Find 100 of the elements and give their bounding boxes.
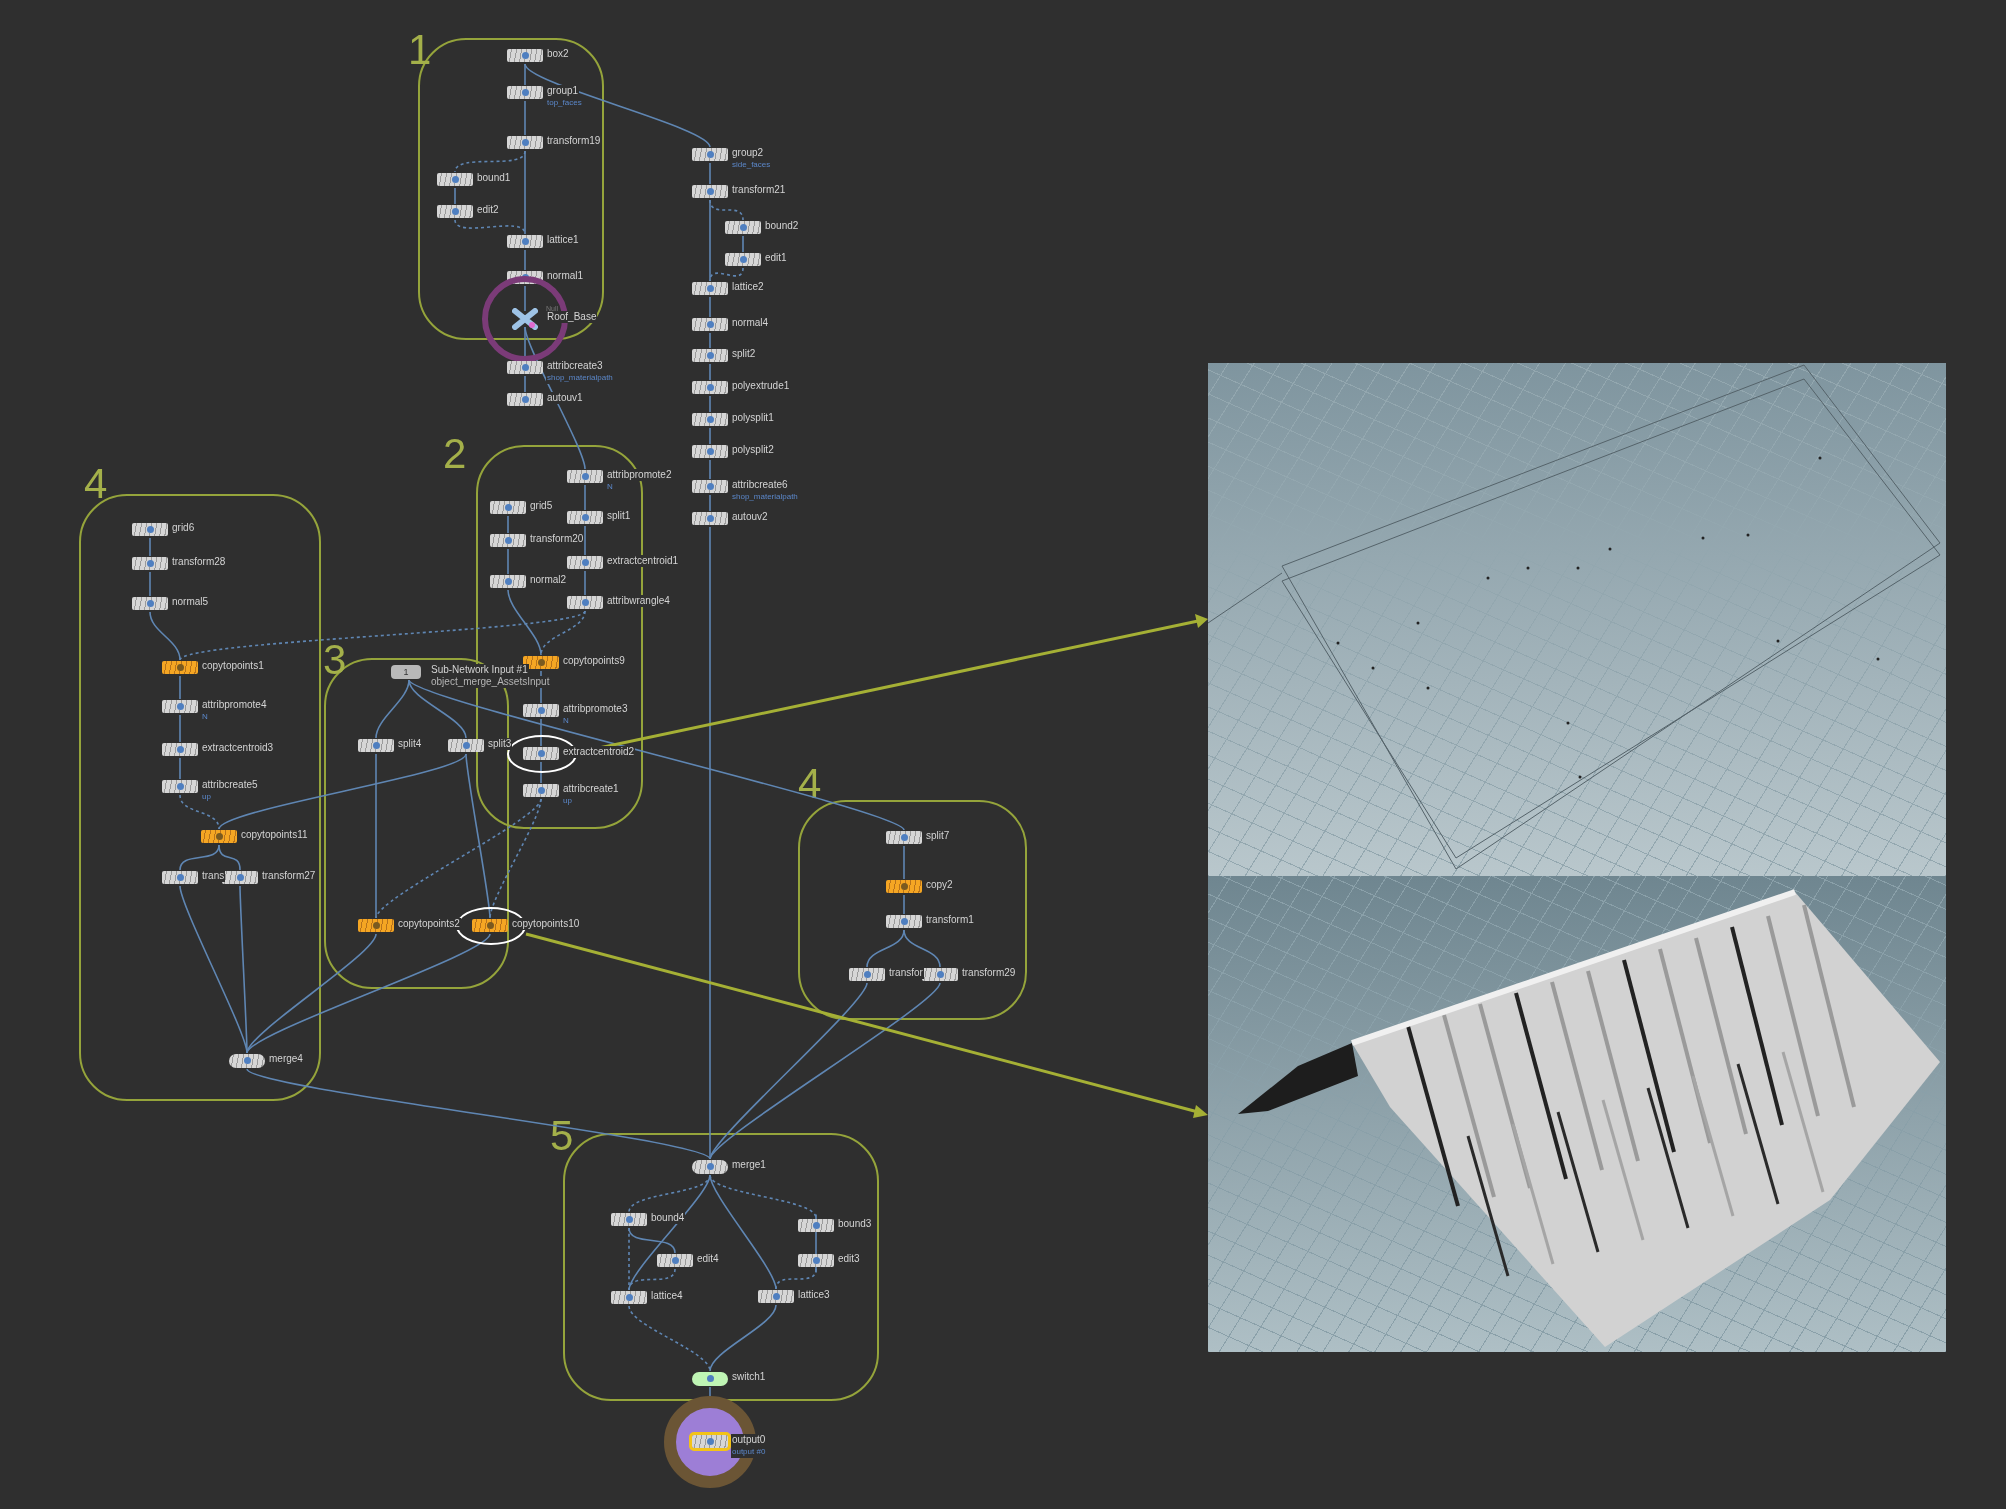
node[interactable] bbox=[507, 86, 543, 99]
node[interactable] bbox=[507, 393, 543, 406]
node[interactable] bbox=[358, 919, 394, 932]
node[interactable] bbox=[692, 148, 728, 161]
node-label: split7 bbox=[925, 830, 951, 842]
node[interactable] bbox=[886, 880, 922, 893]
node-wire bbox=[709, 162, 711, 185]
node-icon bbox=[937, 971, 944, 978]
node[interactable] bbox=[692, 1435, 728, 1448]
node[interactable] bbox=[692, 318, 728, 331]
node-label: Roof_Base bbox=[546, 311, 598, 323]
node[interactable] bbox=[162, 700, 198, 713]
node-label: attribpromote3 bbox=[562, 703, 629, 715]
node[interactable] bbox=[692, 1160, 728, 1174]
node[interactable] bbox=[448, 739, 484, 752]
node[interactable] bbox=[201, 830, 237, 843]
node-label: attribcreate3 bbox=[546, 360, 604, 372]
node[interactable] bbox=[162, 780, 198, 793]
node-wire bbox=[179, 757, 181, 780]
node[interactable] bbox=[849, 968, 885, 981]
node[interactable] bbox=[507, 49, 543, 62]
node[interactable] bbox=[567, 470, 603, 483]
node[interactable] bbox=[222, 871, 258, 884]
node-label: extractcentroid2 bbox=[562, 746, 636, 758]
node[interactable] bbox=[507, 361, 543, 374]
node-wire bbox=[149, 611, 181, 661]
node[interactable] bbox=[692, 349, 728, 362]
node[interactable] bbox=[523, 704, 559, 717]
node-label: attribcreate6 bbox=[731, 479, 789, 491]
node-label: transform19 bbox=[546, 135, 602, 147]
node-label: grid6 bbox=[171, 522, 196, 534]
node-wire bbox=[179, 675, 181, 700]
node-wire bbox=[149, 571, 151, 597]
node[interactable] bbox=[490, 501, 526, 514]
node-icon bbox=[522, 52, 529, 59]
node-label: split3 bbox=[487, 738, 513, 750]
node[interactable] bbox=[657, 1254, 693, 1267]
node[interactable] bbox=[132, 597, 168, 610]
node[interactable] bbox=[358, 739, 394, 752]
subnet-input-node[interactable]: 1 bbox=[391, 665, 421, 679]
node[interactable] bbox=[692, 1372, 728, 1386]
node-label: lattice4 bbox=[650, 1290, 684, 1302]
node[interactable] bbox=[567, 511, 603, 524]
node[interactable] bbox=[692, 512, 728, 525]
node-label: attribcreate5 bbox=[201, 779, 259, 791]
node[interactable] bbox=[132, 557, 168, 570]
node[interactable] bbox=[490, 575, 526, 588]
node[interactable] bbox=[472, 919, 508, 932]
node[interactable] bbox=[132, 523, 168, 536]
node[interactable] bbox=[725, 221, 761, 234]
node[interactable] bbox=[229, 1054, 265, 1068]
node[interactable] bbox=[798, 1254, 834, 1267]
node[interactable] bbox=[567, 556, 603, 569]
node[interactable] bbox=[692, 185, 728, 198]
node[interactable] bbox=[162, 743, 198, 756]
node[interactable] bbox=[567, 596, 603, 609]
node[interactable] bbox=[692, 282, 728, 295]
node-sublabel: top_faces bbox=[546, 97, 583, 109]
node-sublabel: side_faces bbox=[731, 159, 772, 171]
node[interactable] bbox=[507, 235, 543, 248]
node-icon bbox=[707, 151, 714, 158]
node[interactable] bbox=[523, 784, 559, 797]
node-sublabel: shop_materialpath bbox=[546, 372, 614, 384]
node[interactable] bbox=[725, 253, 761, 266]
node-icon bbox=[522, 89, 529, 96]
node[interactable] bbox=[162, 661, 198, 674]
node-wire bbox=[524, 285, 526, 312]
node[interactable] bbox=[922, 968, 958, 981]
node-icon bbox=[707, 384, 714, 391]
node[interactable] bbox=[692, 381, 728, 394]
node-icon bbox=[538, 707, 545, 714]
node[interactable] bbox=[692, 445, 728, 458]
group-number: 1 bbox=[408, 28, 432, 72]
dotted-wire bbox=[709, 267, 744, 282]
node[interactable] bbox=[611, 1213, 647, 1226]
node-label: split1 bbox=[606, 510, 632, 522]
node-label: transform29 bbox=[961, 967, 1017, 979]
node[interactable] bbox=[692, 480, 728, 493]
node-icon bbox=[487, 922, 494, 929]
node[interactable] bbox=[886, 831, 922, 844]
node[interactable] bbox=[437, 205, 473, 218]
node[interactable] bbox=[886, 915, 922, 928]
node-icon bbox=[740, 256, 747, 263]
node-label: autouv2 bbox=[731, 511, 769, 523]
dotted-wire bbox=[775, 1268, 817, 1290]
node[interactable] bbox=[798, 1219, 834, 1232]
node[interactable] bbox=[758, 1290, 794, 1303]
node[interactable] bbox=[437, 173, 473, 186]
null-node-icon[interactable] bbox=[512, 308, 538, 330]
node[interactable] bbox=[490, 534, 526, 547]
group-number: 5 bbox=[550, 1114, 574, 1158]
node-icon bbox=[707, 285, 714, 292]
node[interactable] bbox=[162, 871, 198, 884]
node-wire bbox=[507, 515, 509, 534]
node-icon bbox=[864, 971, 871, 978]
node[interactable] bbox=[507, 136, 543, 149]
node[interactable] bbox=[611, 1291, 647, 1304]
node[interactable] bbox=[523, 747, 559, 760]
node-wire bbox=[584, 525, 586, 556]
node[interactable] bbox=[692, 413, 728, 426]
